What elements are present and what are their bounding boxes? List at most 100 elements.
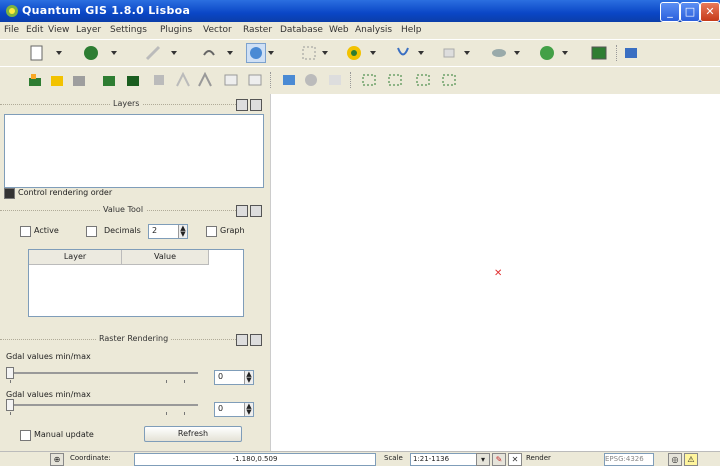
pan-icon[interactable]	[82, 44, 100, 62]
select-icon[interactable]	[394, 44, 412, 62]
digitize-icon[interactable]	[150, 71, 168, 89]
qgis-logo-icon	[6, 5, 18, 17]
geoserver-icon[interactable]	[280, 71, 298, 89]
menu-layer[interactable]: Layer	[76, 25, 101, 35]
map-point-marker-icon: ✕	[494, 268, 503, 279]
coordinate-field[interactable]: -1.180,0.509	[134, 453, 376, 466]
gps-icon[interactable]	[590, 44, 608, 62]
add-postgis-icon[interactable]	[70, 71, 88, 89]
min-spinbox[interactable]: 0 ▲ ▼	[214, 370, 254, 385]
render-checkbox[interactable]: ✕	[508, 453, 522, 466]
globe-icon[interactable]	[538, 44, 556, 62]
float-panel-icon[interactable]	[236, 334, 248, 346]
rotate-icon[interactable]	[414, 71, 432, 89]
menu-edit[interactable]: Edit	[26, 25, 43, 35]
spin-arrows-icon[interactable]: ▲ ▼	[244, 371, 253, 384]
menu-database[interactable]: Database	[280, 25, 323, 35]
spin-arrows-icon[interactable]: ▲ ▼	[178, 225, 187, 238]
max-slider[interactable]	[10, 404, 198, 406]
menu-raster[interactable]: Raster	[243, 25, 272, 35]
layer-column-header[interactable]: Layer	[29, 250, 122, 265]
value-tool-title: Value Tool	[100, 205, 147, 214]
min-slider[interactable]	[10, 372, 198, 374]
toolbar-row-1	[0, 39, 720, 66]
close-panel-icon[interactable]	[250, 205, 262, 217]
float-panel-icon[interactable]	[236, 99, 248, 111]
layers-panel-title: Layers	[110, 99, 143, 108]
min-slider-handle[interactable]	[6, 367, 14, 379]
menu-settings[interactable]: Settings	[110, 25, 147, 35]
grass-icon[interactable]	[302, 71, 320, 89]
menu-view[interactable]: View	[48, 25, 69, 35]
new-project-icon[interactable]	[28, 44, 46, 62]
max-spinbox[interactable]: 0 ▲ ▼	[214, 402, 254, 417]
manual-update-checkbox[interactable]	[20, 430, 31, 441]
undo-icon[interactable]	[200, 44, 218, 62]
projection-icon[interactable]: ◎	[668, 453, 682, 466]
node-tool-icon[interactable]	[174, 71, 192, 89]
merge-icon[interactable]	[386, 71, 404, 89]
minimize-button[interactable]: _	[660, 2, 680, 22]
coordinate-toggle-icon[interactable]: ⊕	[50, 453, 64, 466]
min-value: 0	[218, 372, 224, 381]
manual-update-label: Manual update	[34, 430, 94, 439]
add-wms-icon[interactable]	[100, 71, 118, 89]
topology-icon[interactable]	[326, 71, 344, 89]
control-rendering-order-label: Control rendering order	[18, 188, 113, 197]
menu-web[interactable]: Web	[329, 25, 349, 35]
status-bar: ⊕ Coordinate: -1.180,0.509 Scale 1:21-11…	[0, 451, 720, 466]
graph-label: Graph	[220, 226, 245, 235]
close-button[interactable]: ✕	[700, 2, 720, 22]
offset-icon[interactable]	[440, 71, 458, 89]
paste-features-icon[interactable]	[222, 71, 240, 89]
maximize-button[interactable]: □	[680, 2, 700, 22]
min-max-label: Gdal values min/max	[6, 352, 91, 361]
control-rendering-order-checkbox[interactable]	[4, 188, 15, 199]
value-tool-header: Value Tool	[0, 204, 266, 218]
spin-arrows-icon[interactable]: ▲ ▼	[244, 403, 253, 416]
pencil-icon[interactable]	[144, 44, 162, 62]
settings-icon[interactable]	[622, 44, 640, 62]
menu-plugins[interactable]: Plugins	[160, 25, 192, 35]
measure-icon[interactable]	[440, 44, 458, 62]
zoom-icon[interactable]	[300, 44, 318, 62]
graph-checkbox[interactable]	[206, 226, 217, 237]
max-label: Gdal values min/max	[6, 390, 91, 399]
split-icon[interactable]	[360, 71, 378, 89]
value-column-header[interactable]: Value	[122, 250, 209, 265]
stop-render-icon[interactable]: ✎	[492, 453, 506, 466]
coordinate-label: Coordinate:	[70, 454, 111, 462]
max-slider-handle[interactable]	[6, 399, 14, 411]
close-panel-icon[interactable]	[250, 99, 262, 111]
add-csv-icon[interactable]	[246, 71, 264, 89]
refresh-button[interactable]: Refresh	[144, 426, 242, 442]
copy-features-icon[interactable]	[196, 71, 214, 89]
scale-label: Scale	[384, 454, 403, 462]
decimals-spinbox[interactable]: 2 ▲ ▼	[148, 224, 188, 239]
decimals-checkbox[interactable]	[86, 226, 97, 237]
plugin-icon[interactable]	[490, 44, 508, 62]
scale-dropdown-icon[interactable]: ▾	[476, 453, 490, 466]
add-raster-icon[interactable]	[48, 71, 66, 89]
close-panel-icon[interactable]	[250, 334, 262, 346]
value-table[interactable]: Layer Value	[28, 249, 244, 317]
add-vector-icon[interactable]	[26, 71, 44, 89]
menu-vector[interactable]: Vector	[203, 25, 232, 35]
toolbar-row-2	[0, 66, 720, 93]
identify-icon[interactable]	[246, 43, 266, 63]
crs-field[interactable]: EPSG:4326	[604, 453, 654, 466]
menu-help[interactable]: Help	[401, 25, 422, 35]
active-checkbox[interactable]	[20, 226, 31, 237]
render-label: Render	[526, 454, 551, 462]
map-tips-icon[interactable]	[345, 44, 363, 62]
add-wfs-icon[interactable]	[124, 71, 142, 89]
messages-icon[interactable]: ⚠	[684, 453, 698, 466]
scale-field[interactable]: 1:21-1136	[410, 453, 478, 466]
menu-file[interactable]: File	[4, 25, 19, 35]
layers-list[interactable]	[4, 114, 264, 188]
decimals-label: Decimals	[104, 226, 141, 235]
menu-analysis[interactable]: Analysis	[355, 25, 392, 35]
decimals-value: 2	[152, 226, 158, 235]
float-panel-icon[interactable]	[236, 205, 248, 217]
layers-panel-header: Layers	[0, 98, 266, 112]
